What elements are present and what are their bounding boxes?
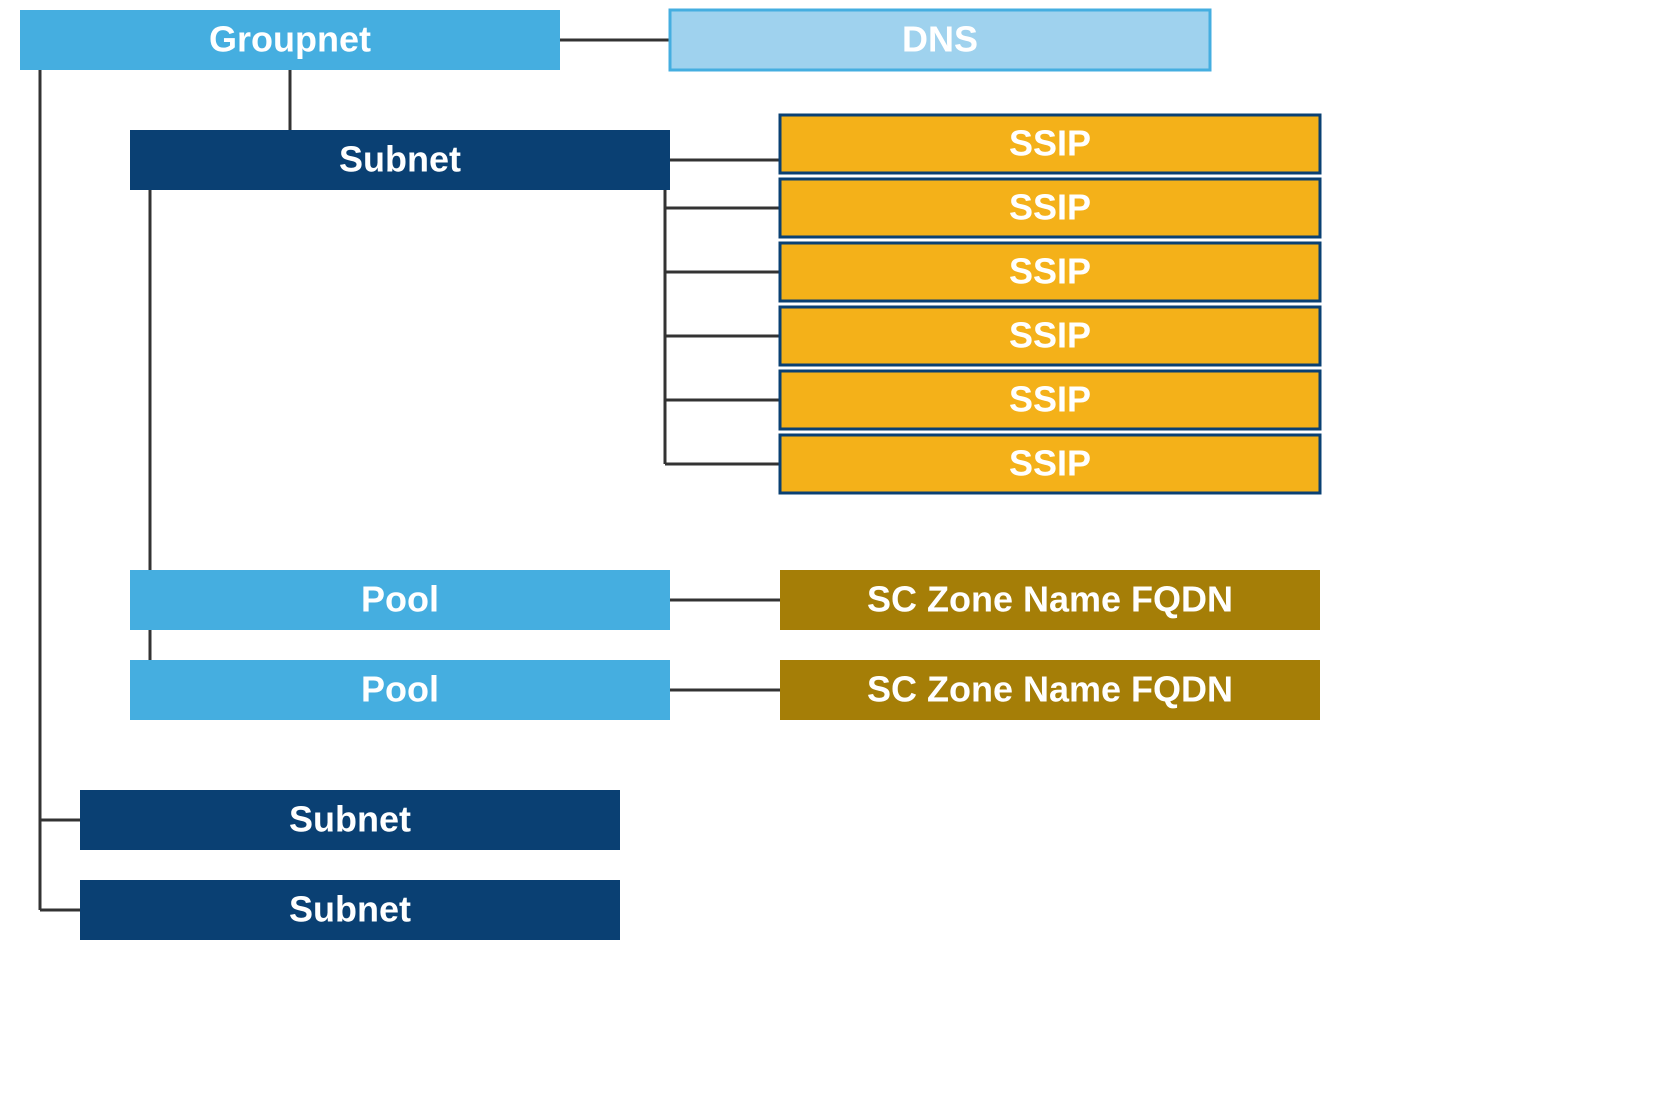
ssip-4-label: SSIP	[1009, 315, 1091, 356]
sczone-1-label: SC Zone Name FQDN	[867, 579, 1233, 620]
ssip-6-label: SSIP	[1009, 443, 1091, 484]
ssip-5-label: SSIP	[1009, 379, 1091, 420]
ssip-3-label: SSIP	[1009, 251, 1091, 292]
pool-1-label: Pool	[361, 579, 439, 620]
boxes: Groupnet DNS Subnet SSIP SSIP SSIP SSIP SSIP SSI…	[20, 10, 1320, 940]
subnet-2-label: Subnet	[289, 799, 411, 840]
subnet-3-label: Subnet	[289, 889, 411, 930]
sczone-2-label: SC Zone Name FQDN	[867, 669, 1233, 710]
dns-label: DNS	[902, 19, 978, 60]
ssip-1-label: SSIP	[1009, 123, 1091, 164]
pool-2-label: Pool	[361, 669, 439, 710]
groupnet-label: Groupnet	[209, 19, 371, 60]
subnet-1-label: Subnet	[339, 139, 461, 180]
ssip-2-label: SSIP	[1009, 187, 1091, 228]
